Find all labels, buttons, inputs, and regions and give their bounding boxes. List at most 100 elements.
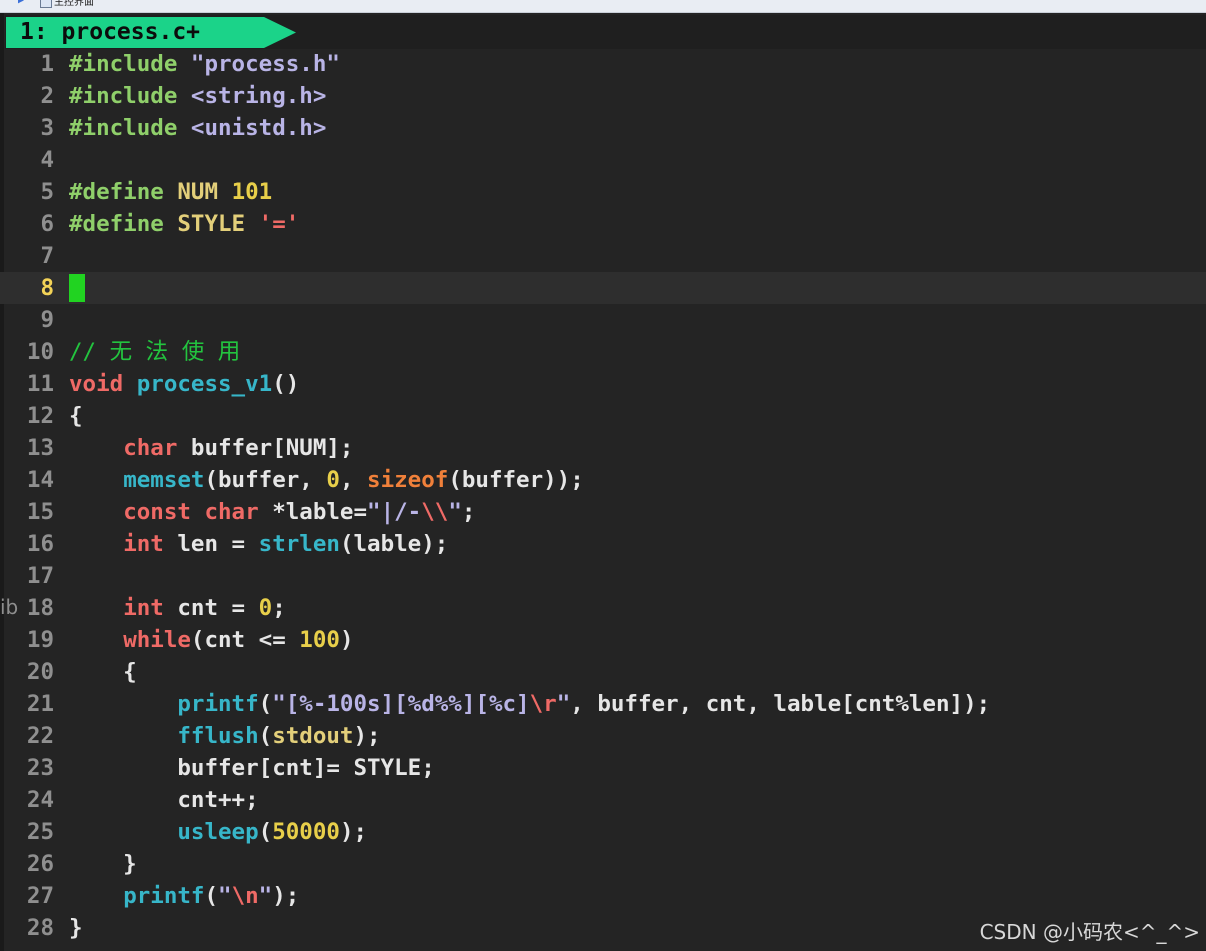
code-token: int — [123, 531, 178, 557]
line-number: 7 — [40, 243, 54, 269]
window-icon — [40, 0, 52, 8]
code-token: process_v1 — [136, 371, 273, 397]
code-token: ( — [258, 723, 273, 749]
code-line[interactable]: 9 — [0, 304, 1206, 336]
code-line[interactable]: 21 printf("[%-100s][%d%%][%c]\r", buffer… — [0, 688, 1206, 720]
code-line[interactable]: 12 { — [0, 400, 1206, 432]
code-token: "[%-100s][%d%%][%c] — [272, 691, 530, 717]
code-text: { — [69, 400, 83, 432]
code-token: { — [69, 659, 137, 685]
line-number: 3 — [40, 115, 54, 141]
line-number: 27 — [26, 883, 54, 909]
code-token: " — [556, 691, 571, 717]
code-line[interactable]: 26 } — [0, 848, 1206, 880]
line-number: 13 — [26, 435, 54, 461]
line-number: 8 — [40, 275, 54, 301]
code-token: cnt = — [177, 595, 259, 621]
code-line[interactable]: 27 printf("\n"); — [0, 880, 1206, 912]
line-number: 9 — [40, 307, 54, 333]
code-token: memset — [123, 467, 205, 493]
line-number: 15 — [26, 499, 54, 525]
code-text: #include "process.h" — [69, 48, 340, 80]
code-token: const — [123, 499, 205, 525]
line-number: 26 — [26, 851, 54, 877]
code-token: <unistd.h> — [190, 115, 327, 141]
code-line[interactable]: 16 int len = strlen(lable); — [0, 528, 1206, 560]
code-token: len = — [177, 531, 259, 557]
code-token: ); — [353, 723, 381, 749]
code-token: cnt++; — [69, 787, 259, 813]
code-line[interactable]: 18 int cnt = 0; — [0, 592, 1206, 624]
code-line[interactable]: 17 — [0, 560, 1206, 592]
code-line[interactable]: 14 memset(buffer, 0, sizeof(buffer)); — [0, 464, 1206, 496]
code-token: void — [69, 371, 137, 397]
line-number: 14 — [26, 467, 54, 493]
code-token: '=' — [258, 211, 300, 237]
code-line[interactable]: 3 #include <unistd.h> — [0, 112, 1206, 144]
code-token: ( — [204, 883, 219, 909]
code-token: printf — [123, 883, 205, 909]
code-token: " — [218, 883, 232, 909]
line-number: 11 — [26, 371, 54, 397]
code-token: printf — [177, 691, 259, 717]
code-text: } — [69, 912, 83, 944]
line-number: 25 — [26, 819, 54, 845]
code-line[interactable]: 5 #define NUM 101 — [0, 176, 1206, 208]
line-number: 21 — [26, 691, 54, 717]
code-token: { — [69, 403, 83, 429]
code-token: , buffer, cnt, lable[cnt%len]); — [570, 691, 991, 717]
code-line[interactable]: 2 #include <string.h> — [0, 80, 1206, 112]
app-icon: ▶ — [18, 0, 25, 6]
code-token: 101 — [231, 179, 273, 205]
code-editor[interactable]: 1 #include "process.h" 2 #include <string.h… — [0, 48, 1206, 944]
gutter-fragment: ib — [0, 595, 19, 619]
line-number: 20 — [26, 659, 54, 685]
code-token: "process.h" — [190, 51, 340, 77]
code-line[interactable]: 1 #include "process.h" — [0, 48, 1206, 80]
code-token: 100 — [299, 627, 340, 653]
code-line[interactable]: 10 // 无 法 使 用 — [0, 336, 1206, 368]
code-text: while(cnt <= 100) — [69, 624, 353, 656]
code-line[interactable]: 24 cnt++; — [0, 784, 1206, 816]
code-line[interactable]: 6 #define STYLE '=' — [0, 208, 1206, 240]
line-number: 12 — [26, 403, 54, 429]
code-token: while — [123, 627, 191, 653]
code-text: { — [69, 656, 137, 688]
line-number: 22 — [26, 723, 54, 749]
code-text: // 无 法 使 用 — [69, 336, 240, 368]
code-line[interactable]: 22 fflush(stdout); — [0, 720, 1206, 752]
line-number: 6 — [40, 211, 54, 237]
line-number: 2 — [40, 83, 54, 109]
code-token: ( — [258, 691, 273, 717]
code-token: \\ — [421, 499, 449, 525]
code-token: ; — [461, 499, 476, 525]
code-text: memset(buffer, 0, sizeof(buffer)); — [69, 464, 584, 496]
line-number: 19 — [26, 627, 54, 653]
code-text: printf("[%-100s][%d%%][%c]\r", buffer, c… — [69, 688, 990, 720]
code-token: 0 — [326, 467, 340, 493]
code-line[interactable]: 4 — [0, 144, 1206, 176]
code-token: (cnt <= — [190, 627, 300, 653]
code-token: (lable); — [339, 531, 449, 557]
code-line[interactable]: 7 — [0, 240, 1206, 272]
code-token: <string.h> — [190, 83, 327, 109]
code-text: usleep(50000); — [69, 816, 367, 848]
code-line[interactable]: 23 buffer[cnt]= STYLE; — [0, 752, 1206, 784]
code-token: *lable= — [272, 499, 368, 525]
code-line[interactable]: 15 const char *lable="|/-\\"; — [0, 496, 1206, 528]
buffer-tab[interactable]: 1: process.c+ — [6, 17, 296, 48]
code-line[interactable]: 8 — [0, 272, 1206, 304]
code-line[interactable]: 13 char buffer[NUM]; — [0, 432, 1206, 464]
line-number: 5 — [40, 179, 54, 205]
code-text: #define NUM 101 — [69, 176, 272, 208]
line-number: 23 — [26, 755, 54, 781]
code-line[interactable]: 19 while(cnt <= 100) — [0, 624, 1206, 656]
code-token: ) — [339, 627, 354, 653]
code-line[interactable]: 20 { — [0, 656, 1206, 688]
code-line[interactable]: 25 usleep(50000); — [0, 816, 1206, 848]
code-line[interactable]: 11 void process_v1() — [0, 368, 1206, 400]
code-text: void process_v1() — [69, 368, 299, 400]
